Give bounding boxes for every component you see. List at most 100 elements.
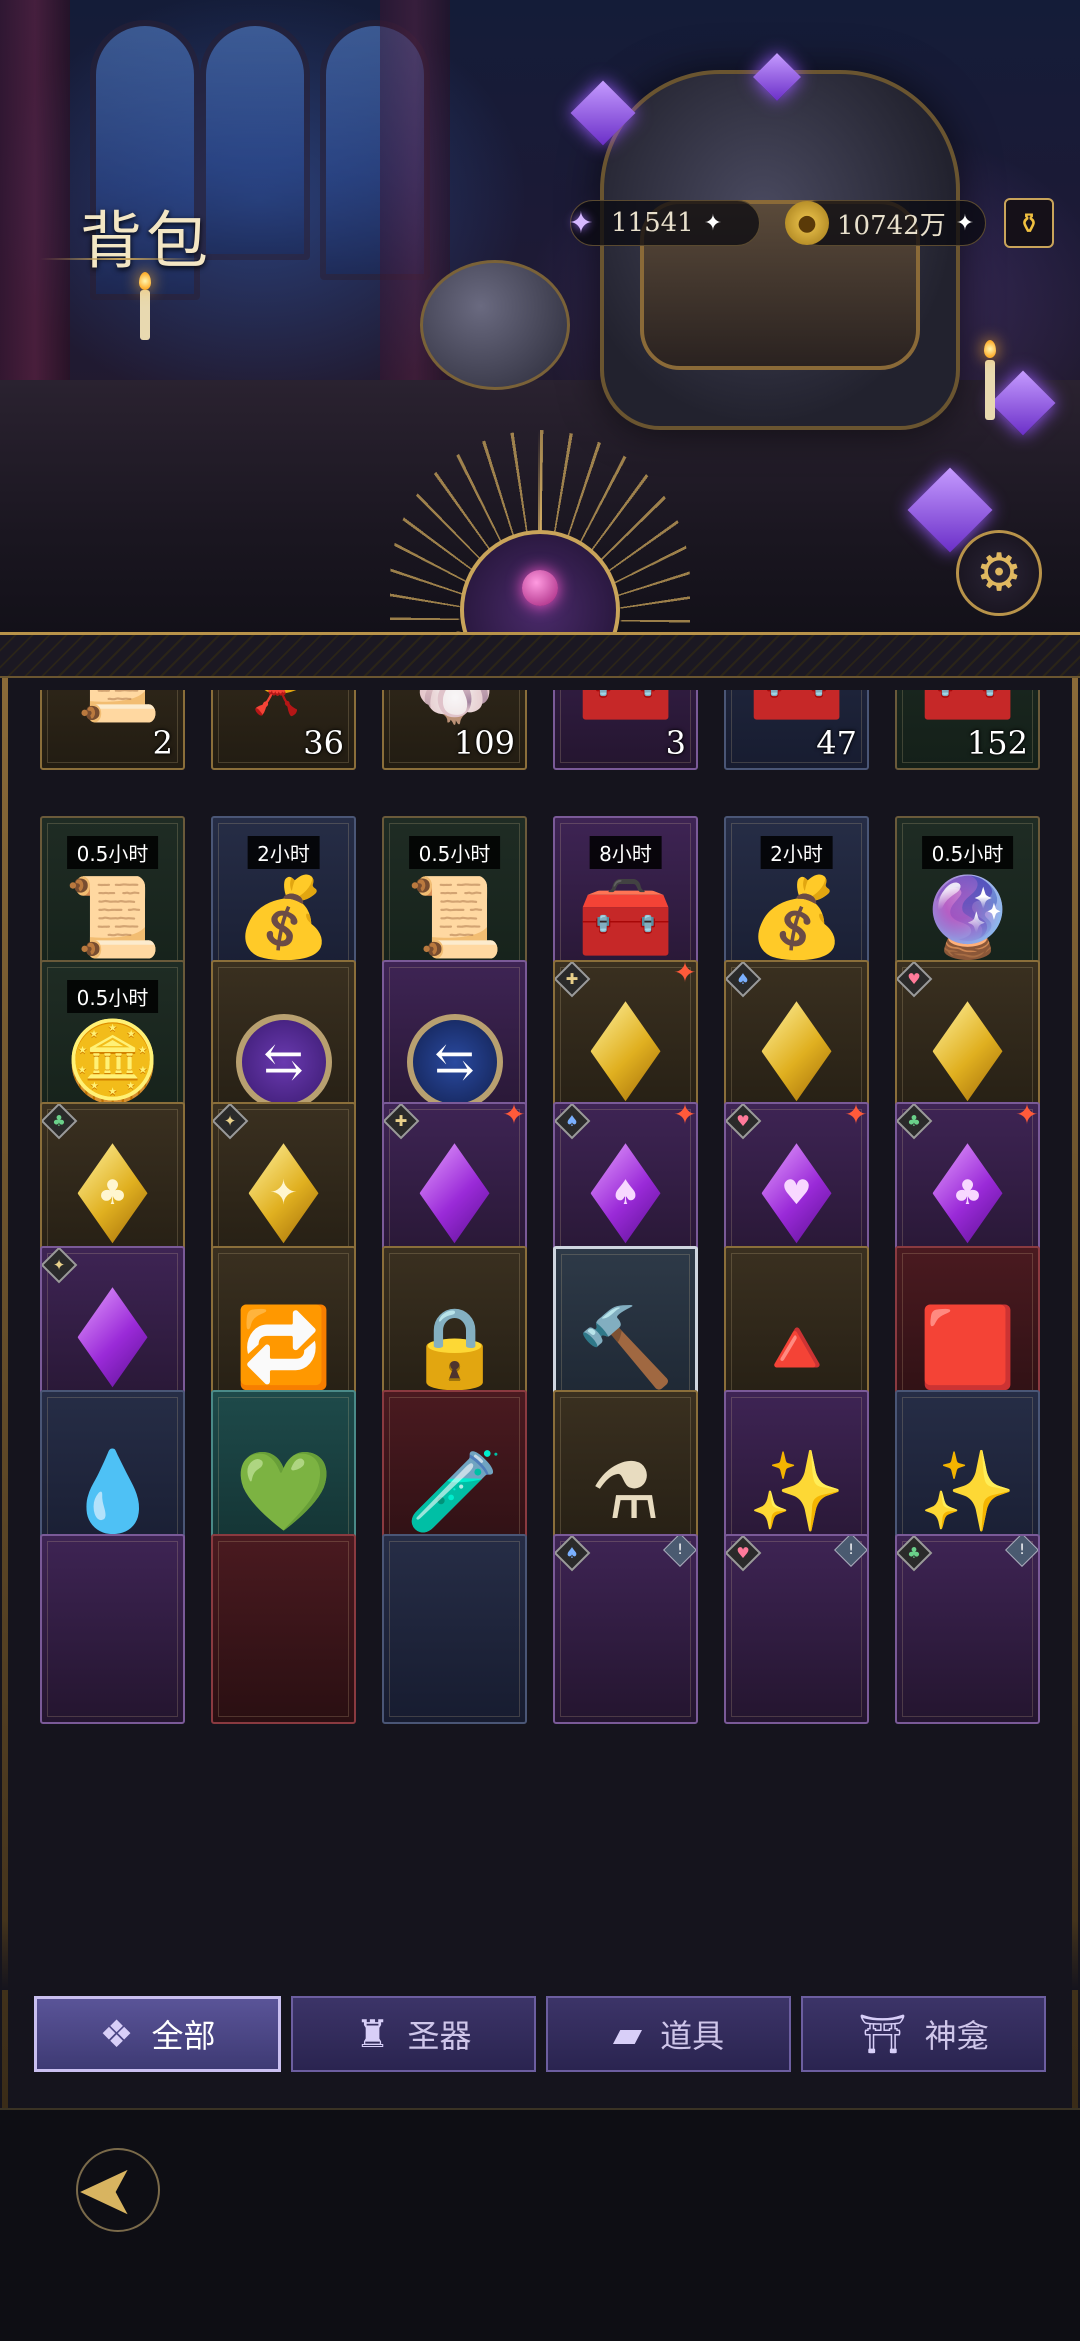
purple-crystal-icon: ♥ xyxy=(761,1143,832,1244)
gold-crystal-icon xyxy=(761,1001,832,1102)
scroll-paper-icon: 📜 xyxy=(64,690,161,721)
blue-medallion-icon: ⇆ xyxy=(406,1014,503,1111)
purple-crystal-icon: ♣ xyxy=(932,1143,1003,1244)
inventory-item-chest[interactable]: 🧰47 xyxy=(724,690,869,770)
heart-pendant-icon: 💚 xyxy=(234,1447,333,1538)
suit-tag-icon: ✦ xyxy=(213,1104,249,1140)
gold-coins-icon: 🪙 xyxy=(63,1017,162,1108)
chest-icon: 🧰 xyxy=(577,690,674,721)
inventory-item-garlic[interactable]: 🧄109 xyxy=(382,690,527,770)
back-arrow-icon[interactable]: ➤ xyxy=(56,2140,156,2240)
item-count: 109 xyxy=(453,724,515,762)
purple-medallion-icon: ⇆ xyxy=(235,1014,332,1111)
currency-gold[interactable]: ● 10742万 ✦ xyxy=(785,200,986,246)
tab-all[interactable]: ❖ 全部 xyxy=(34,1996,281,2072)
item-count: 36 xyxy=(303,724,344,762)
inventory-item-partial[interactable]: ♣! xyxy=(895,1534,1040,1724)
purple-crystal-icon xyxy=(77,1287,148,1388)
suit-tag-icon: ♣ xyxy=(42,1104,78,1140)
grid-icon: ❖ xyxy=(99,2012,134,2056)
red-potion-wand-icon: 🧪 xyxy=(405,1447,504,1538)
gold-coin-icon: ● xyxy=(785,201,829,245)
horn-icon: 📯 xyxy=(235,690,332,721)
suit-tag-icon: ♥ xyxy=(726,1536,762,1572)
new-star-icon: ✦ xyxy=(673,1102,697,1131)
exp-bag-icon: 💰 xyxy=(234,873,333,964)
new-star-icon: ✦ xyxy=(502,1102,526,1131)
new-star-icon: ✦ xyxy=(844,1102,868,1131)
new-star-icon: ✦ xyxy=(1015,1102,1039,1131)
inventory-item-partial[interactable]: ♠! xyxy=(553,1534,698,1724)
inventory-item-horn[interactable]: 📯36 xyxy=(211,690,356,770)
inventory-item-partial[interactable] xyxy=(211,1534,356,1724)
currency-gold-value: 10742万 xyxy=(837,210,946,241)
exp-chest-icon: 🧰 xyxy=(576,873,675,964)
page-title: 背包 xyxy=(80,204,213,277)
gold-crystal-icon xyxy=(590,1001,661,1102)
inventory-item-chest[interactable]: 🧰3 xyxy=(553,690,698,770)
item-count: 2 xyxy=(152,724,173,762)
inventory-item-partial[interactable] xyxy=(40,1534,185,1724)
suit-tag-icon: ♥ xyxy=(726,1104,762,1140)
crystal-star-icon: ✦ xyxy=(568,205,594,241)
tab-shrine-label: 神龛 xyxy=(924,2017,989,2055)
suit-tag-icon: ♣ xyxy=(897,1536,933,1572)
chest-icon: 🧰 xyxy=(919,690,1016,721)
tab-all-label: 全部 xyxy=(151,2017,216,2055)
currency-crystal-add-icon[interactable]: ✦ xyxy=(704,211,722,236)
alert-badge-icon: ! xyxy=(1005,1536,1038,1567)
item-duration-label: 8小时 xyxy=(589,836,662,869)
gold-swap-gem-icon: 🔁 xyxy=(234,1303,333,1394)
inventory-item-partial[interactable] xyxy=(382,1534,527,1724)
item-duration-label: 0.5小时 xyxy=(921,836,1014,869)
potion-icon[interactable]: ⚱ xyxy=(1004,198,1054,248)
tab-shrine[interactable]: ⛩ 神龛 xyxy=(801,1996,1046,2072)
currency-crystal[interactable]: ✦ 11541 ✦ xyxy=(568,200,760,246)
suit-tag-icon: ♥ xyxy=(897,962,933,998)
panel-ornament-band xyxy=(0,632,1080,678)
tab-items[interactable]: ▰ 道具 xyxy=(546,1996,791,2072)
gold-crystal-icon: ♣ xyxy=(77,1143,148,1244)
exp-bag-icon: 💰 xyxy=(747,873,846,964)
blue-teardrop-gem-icon: 💧 xyxy=(63,1447,162,1538)
item-count: 3 xyxy=(665,724,686,762)
inventory-item-partial[interactable]: ♥! xyxy=(724,1534,869,1724)
item-duration-label: 2小时 xyxy=(247,836,320,869)
alert-badge-icon: ! xyxy=(834,1536,867,1567)
suit-tag-icon: ✚ xyxy=(384,1104,420,1140)
title-divider xyxy=(40,258,200,260)
chalice-icon: ♜ xyxy=(355,2012,390,2056)
item-duration-label: 0.5小时 xyxy=(66,980,159,1013)
item-duration-label: 2小时 xyxy=(760,836,833,869)
ingot-icon: ▰ xyxy=(612,2012,643,2056)
triangle-rune-icon: 🔺 xyxy=(747,1303,846,1394)
purple-crystal-icon xyxy=(419,1143,490,1244)
gold-crystal-icon: ✦ xyxy=(248,1143,319,1244)
item-duration-label: 0.5小时 xyxy=(66,836,159,869)
gear-icon[interactable]: ⚙ xyxy=(956,530,1042,616)
tab-relics[interactable]: ♜ 圣器 xyxy=(291,1996,536,2072)
heart-padlock-icon: 🔒 xyxy=(405,1303,504,1394)
purple-dust-icon: ✨ xyxy=(918,1447,1017,1538)
suit-tag-icon: ✚ xyxy=(555,962,591,998)
suit-tag-icon: ♠ xyxy=(555,1104,591,1140)
chest-icon: 🧰 xyxy=(748,690,845,721)
currency-crystal-value: 11541 xyxy=(611,208,694,238)
bottom-bar xyxy=(0,2108,1080,2341)
item-grid[interactable]: 📜2📯36🧄109🧰3🧰47🧰152📜0.5小时3💰2小时3📜0.5小时6🧰8小… xyxy=(40,690,1040,1960)
panel-border-right xyxy=(1072,678,1078,2108)
tab-items-label: 道具 xyxy=(660,2017,725,2055)
purple-crystal-icon: ♠ xyxy=(590,1143,661,1244)
purple-dust-icon: ✨ xyxy=(747,1447,846,1538)
item-count: 152 xyxy=(966,724,1028,762)
inventory-item-chest[interactable]: 🧰152 xyxy=(895,690,1040,770)
inventory-item-scroll-paper[interactable]: 📜2 xyxy=(40,690,185,770)
panel-border-left xyxy=(2,678,8,2108)
hammer-in-crystal-icon: 🔨 xyxy=(576,1303,675,1394)
suit-tag-icon: ♠ xyxy=(726,962,762,998)
currency-gold-add-icon[interactable]: ✦ xyxy=(956,211,974,236)
red-gem-card-icon: 🟥 xyxy=(918,1303,1017,1394)
suit-tag-icon: ♠ xyxy=(555,1536,591,1572)
garlic-icon: 🧄 xyxy=(406,690,503,721)
item-duration-label: 0.5小时 xyxy=(408,836,501,869)
